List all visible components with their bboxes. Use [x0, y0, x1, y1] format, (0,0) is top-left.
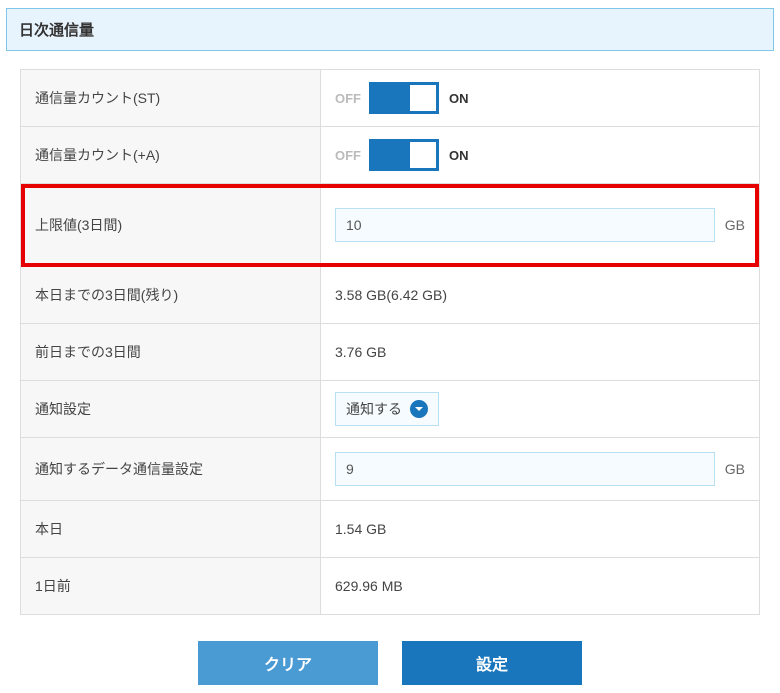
- value-count-st: OFF ON: [321, 70, 759, 126]
- value-notify-amt: GB: [321, 438, 759, 500]
- row-prev3: 前日までの3日間 3.76 GB: [21, 324, 759, 381]
- label-notify: 通知設定: [21, 381, 321, 437]
- notify-select[interactable]: 通知する: [335, 392, 439, 426]
- value-count-a: OFF ON: [321, 127, 759, 183]
- label-limit: 上限値(3日間): [21, 184, 321, 266]
- chevron-down-icon: [410, 400, 428, 418]
- row-notify: 通知設定 通知する: [21, 381, 759, 438]
- row-remain: 本日までの3日間(残り) 3.58 GB(6.42 GB): [21, 267, 759, 324]
- label-today: 本日: [21, 501, 321, 557]
- label-count-a: 通信量カウント(+A): [21, 127, 321, 183]
- label-yesterday: 1日前: [21, 558, 321, 614]
- row-today: 本日 1.54 GB: [21, 501, 759, 558]
- settings-table: 通信量カウント(ST) OFF ON 通信量カウント(+A) OFF: [20, 69, 760, 615]
- notify-amount-unit: GB: [725, 461, 745, 477]
- toggle-off-text: OFF: [335, 148, 361, 163]
- row-limit: 上限値(3日間) GB: [21, 184, 759, 267]
- value-today: 1.54 GB: [321, 501, 759, 557]
- toggle-on-text: ON: [449, 91, 469, 106]
- value-prev3: 3.76 GB: [321, 324, 759, 380]
- toggle-off-text: OFF: [335, 91, 361, 106]
- row-yesterday: 1日前 629.96 MB: [21, 558, 759, 614]
- page-title: 日次通信量: [6, 8, 774, 51]
- row-count-a: 通信量カウント(+A) OFF ON: [21, 127, 759, 184]
- clear-button[interactable]: クリア: [198, 641, 378, 685]
- footer-buttons: クリア 設定: [20, 641, 760, 693]
- row-notify-amt: 通知するデータ通信量設定 GB: [21, 438, 759, 501]
- row-count-st: 通信量カウント(ST) OFF ON: [21, 70, 759, 127]
- label-notify-amt: 通知するデータ通信量設定: [21, 438, 321, 500]
- toggle-count-st[interactable]: [369, 82, 439, 114]
- limit-unit: GB: [725, 217, 745, 233]
- value-remain: 3.58 GB(6.42 GB): [321, 267, 759, 323]
- value-yesterday: 629.96 MB: [321, 558, 759, 614]
- label-remain: 本日までの3日間(残り): [21, 267, 321, 323]
- notify-select-text: 通知する: [346, 399, 402, 419]
- toggle-knob-icon: [410, 85, 436, 111]
- toggle-count-a[interactable]: [369, 139, 439, 171]
- value-notify: 通知する: [321, 381, 759, 437]
- apply-button[interactable]: 設定: [402, 641, 582, 685]
- toggle-on-text: ON: [449, 148, 469, 163]
- value-limit: GB: [321, 184, 759, 266]
- toggle-knob-icon: [410, 142, 436, 168]
- notify-amount-input[interactable]: [335, 452, 715, 486]
- label-count-st: 通信量カウント(ST): [21, 70, 321, 126]
- label-prev3: 前日までの3日間: [21, 324, 321, 380]
- limit-input[interactable]: [335, 208, 715, 242]
